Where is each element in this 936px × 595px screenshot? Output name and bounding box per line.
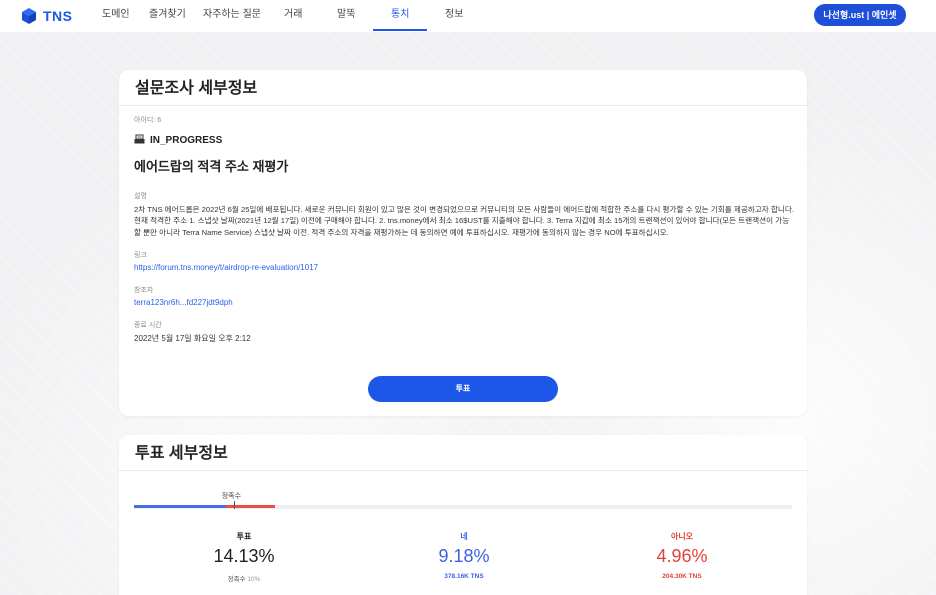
end-time: 2022년 5월 17일 화요일 오후 2:12: [134, 334, 251, 344]
link-label: 링크: [134, 252, 147, 260]
nav-item-faq[interactable]: 자주하는 질문: [203, 0, 261, 32]
quorum-marker: [233, 501, 235, 509]
stat-no-sub: 204.30K TNS: [662, 573, 702, 580]
stat-total-label: 투표: [236, 532, 252, 541]
forum-link[interactable]: https://forum.tns.money/t/airdrop-re-eva…: [134, 263, 792, 272]
nav-item-trade[interactable]: 거래: [284, 0, 302, 32]
stat-yes: 네 9.18% 378.16K TNS: [364, 531, 564, 580]
description-label: 설명: [134, 193, 147, 200]
active-tab-indicator: [373, 29, 427, 31]
logo[interactable]: TNS: [20, 7, 73, 25]
quorum-sub-value: 10%: [247, 576, 261, 583]
vote-button[interactable]: 투표: [368, 376, 558, 402]
stat-total-value: 14.13%: [213, 546, 275, 566]
nav-item-stake[interactable]: 말뚝: [337, 0, 355, 32]
stat-no-value: 4.96%: [656, 546, 708, 566]
stat-yes-sub: 378.16K TNS: [444, 573, 484, 580]
vote-details-card: 투표 세부정보 정족수 투표 14.13% 정족수 10% 네 9.18% 37…: [119, 435, 807, 595]
end-time-label: 종료 시간: [134, 322, 162, 330]
tns-cube-icon: [20, 7, 38, 25]
stat-total-sub: 정족수 10%: [144, 573, 344, 583]
status-row: IN_PROGRESS: [134, 131, 792, 149]
stat-yes-label: 네: [460, 532, 468, 541]
yes-bar: [134, 505, 226, 508]
stat-total: 투표 14.13% 정족수 10%: [144, 531, 344, 583]
survey-details-card: 설문조사 세부정보 아이디: 6 IN_PROGRESS 에어드랍의 적격 주소…: [119, 70, 807, 416]
nav-item-favorites[interactable]: 즐겨찾기: [149, 0, 186, 32]
ballot-box-icon: [134, 131, 145, 149]
top-navigation: TNS 도메인 즐겨찾기 자주하는 질문 거래 말뚝 통치 정보 나선형.ust…: [0, 0, 936, 32]
survey-details-title: 설문조사 세부정보: [119, 70, 807, 106]
creator-address[interactable]: terra123nr6h...fd227jdt9dph: [134, 298, 792, 307]
survey-status: IN_PROGRESS: [150, 134, 223, 146]
quorum-sub-label: 정족수: [227, 576, 246, 583]
survey-id: 아이디: 6: [134, 117, 162, 124]
stat-no-label: 아니오: [670, 532, 694, 541]
creator-label: 창조자: [134, 287, 154, 295]
vote-progress-bar: [134, 501, 792, 509]
nav-item-governance[interactable]: 통치: [391, 0, 409, 32]
nav-item-domains[interactable]: 도메인: [102, 0, 130, 32]
vote-details-title: 투표 세부정보: [119, 435, 807, 471]
survey-title: 에어드랍의 적격 주소 재평가: [134, 159, 289, 174]
logo-text: TNS: [43, 8, 73, 24]
quorum-label: 정족수: [221, 493, 242, 500]
stat-yes-value: 9.18%: [438, 546, 490, 566]
survey-description: 2차 TNS 에어드롭은 2022년 6월 25일에 배포됩니다. 새로운 커뮤…: [134, 205, 794, 237]
stat-no: 아니오 4.96% 204.30K TNS: [582, 531, 782, 580]
wallet-button[interactable]: 나선형.ust | 에인셋: [814, 4, 906, 26]
nav-item-info[interactable]: 정보: [445, 0, 463, 32]
